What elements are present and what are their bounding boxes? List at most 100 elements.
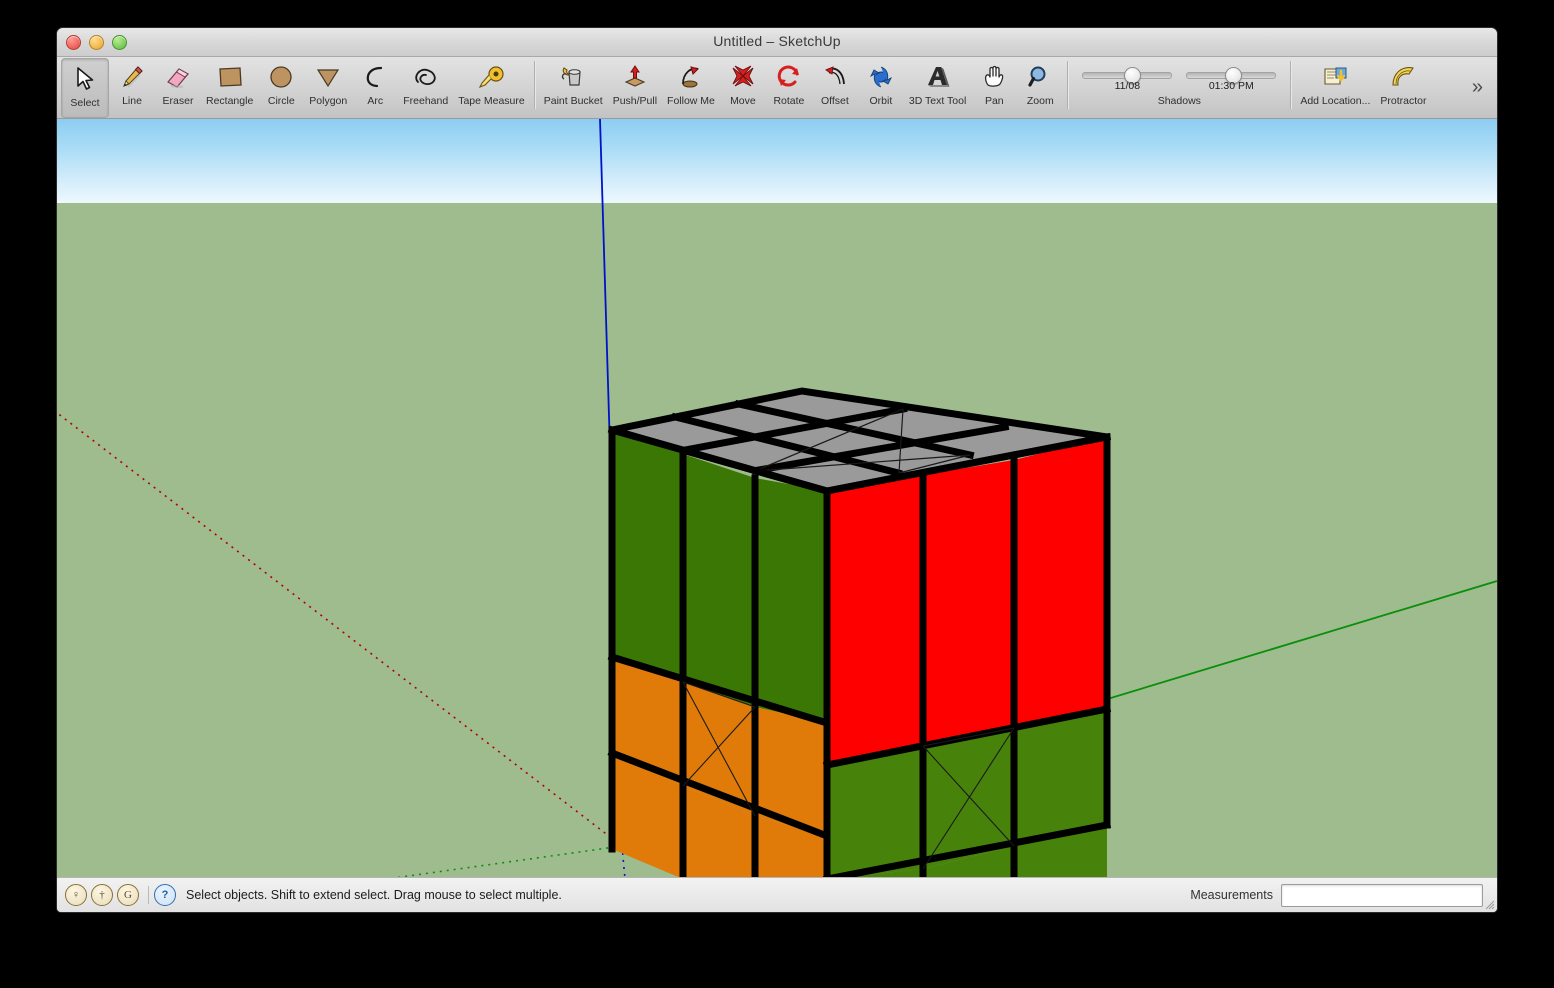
shadow-sliders: 11/08 01:30 PM xyxy=(1082,65,1277,92)
polygon-icon xyxy=(315,60,341,93)
tool-arc-label: Arc xyxy=(367,95,384,107)
tool-circle[interactable]: Circle xyxy=(258,57,304,118)
shadow-time-slider[interactable]: 01:30 PM xyxy=(1186,65,1277,92)
tool-rectangle-label: Rectangle xyxy=(206,95,254,107)
tool-push-pull-label: Push/Pull xyxy=(612,95,658,107)
tool-add-location-label: Add Location... xyxy=(1300,95,1371,107)
window-title: Untitled – SketchUp xyxy=(713,33,841,49)
rotate-icon xyxy=(775,60,803,93)
tool-select[interactable]: Select xyxy=(61,58,109,118)
shadows-group: 11/08 01:30 PM Shadows xyxy=(1072,57,1286,107)
main-toolbar: Select Line Eraser Rectangle Circle Poly… xyxy=(57,57,1497,119)
geo-location-icon[interactable]: ♀ xyxy=(65,884,87,906)
tool-tape-measure[interactable]: Tape Measure xyxy=(453,57,530,118)
orbit-icon xyxy=(867,60,895,93)
cursor-arrow-icon xyxy=(74,62,96,95)
tool-line-label: Line xyxy=(122,95,142,107)
tool-3d-text[interactable]: 3D Text Tool xyxy=(904,57,971,118)
tool-paint-bucket[interactable]: Paint Bucket xyxy=(539,57,608,118)
arc-icon xyxy=(362,60,388,93)
tool-freehand[interactable]: Freehand xyxy=(398,57,453,118)
tool-orbit-label: Orbit xyxy=(869,95,893,107)
tool-follow-me[interactable]: Follow Me xyxy=(662,57,720,118)
resize-grip-icon[interactable] xyxy=(1483,898,1495,910)
freehand-icon xyxy=(411,60,441,93)
right-tile-r1c2 xyxy=(923,460,1014,746)
red-axis-negative xyxy=(57,411,623,847)
hand-icon xyxy=(981,60,1007,93)
rubiks-cube[interactable] xyxy=(607,387,1112,879)
tool-push-pull[interactable]: Push/Pull xyxy=(608,57,662,118)
measurements-area: Measurements xyxy=(1190,883,1489,907)
toolbar-overflow-button[interactable]: » xyxy=(1458,76,1497,99)
left-tile-r1c3 xyxy=(755,478,827,723)
tool-paint-bucket-label: Paint Bucket xyxy=(543,95,603,107)
tool-protractor[interactable]: Protractor xyxy=(1375,57,1431,118)
toolbar-separator-3 xyxy=(1290,61,1292,109)
right-tile-r1c1 xyxy=(827,475,923,765)
shadow-time-value: 01:30 PM xyxy=(1208,80,1254,92)
eraser-icon xyxy=(163,60,193,93)
tape-measure-icon xyxy=(476,60,506,93)
offset-icon xyxy=(821,60,849,93)
toolbar-separator-1 xyxy=(533,61,535,109)
shadow-date-slider[interactable]: 11/08 xyxy=(1082,65,1173,92)
help-icon[interactable]: ? xyxy=(154,884,176,906)
add-location-icon xyxy=(1320,60,1350,93)
tool-freehand-label: Freehand xyxy=(403,95,449,107)
tool-rotate[interactable]: Rotate xyxy=(766,57,812,118)
tool-add-location[interactable]: Add Location... xyxy=(1295,57,1375,118)
shadows-label: Shadows xyxy=(1157,95,1201,107)
tool-circle-label: Circle xyxy=(267,95,295,107)
tool-polygon-label: Polygon xyxy=(309,95,348,107)
tool-rectangle[interactable]: Rectangle xyxy=(201,57,258,118)
right-face[interactable] xyxy=(822,432,1112,879)
paint-bucket-icon xyxy=(558,60,588,93)
tool-zoom-label: Zoom xyxy=(1026,95,1054,107)
follow-me-icon xyxy=(677,60,705,93)
tool-pan[interactable]: Pan xyxy=(971,57,1017,118)
title-bar[interactable]: Untitled – SketchUp xyxy=(57,28,1497,57)
tool-protractor-label: Protractor xyxy=(1380,95,1427,107)
tool-eraser-label: Eraser xyxy=(162,95,194,107)
3d-scene[interactable] xyxy=(57,119,1497,879)
modeling-viewport[interactable] xyxy=(57,119,1497,879)
tool-move[interactable]: Move xyxy=(720,57,766,118)
tool-follow-me-label: Follow Me xyxy=(667,95,715,107)
left-tile-r2c3 xyxy=(755,707,827,836)
3d-text-icon xyxy=(924,60,952,93)
tool-arc[interactable]: Arc xyxy=(352,57,398,118)
right-tile-r2c1 xyxy=(827,746,923,879)
magnifier-icon xyxy=(1026,60,1054,93)
toolbar-separator-2 xyxy=(1067,61,1069,109)
tool-eraser[interactable]: Eraser xyxy=(155,57,201,118)
person-icon[interactable]: † xyxy=(91,884,113,906)
tool-polygon[interactable]: Polygon xyxy=(304,57,352,118)
tool-select-label: Select xyxy=(70,97,100,109)
status-separator xyxy=(148,886,149,904)
status-message: Select objects. Shift to extend select. … xyxy=(186,888,562,902)
left-tile-r1c2 xyxy=(683,454,755,707)
tool-orbit[interactable]: Orbit xyxy=(858,57,904,118)
left-face[interactable] xyxy=(607,425,832,879)
desktop-background: Untitled – SketchUp Select Line Eraser R… xyxy=(0,0,1554,988)
tool-line[interactable]: Line xyxy=(109,57,155,118)
pencil-icon xyxy=(118,60,146,93)
google-icon[interactable]: G xyxy=(117,884,139,906)
tool-zoom[interactable]: Zoom xyxy=(1017,57,1063,118)
tool-offset-label: Offset xyxy=(820,95,849,107)
move-icon xyxy=(729,60,757,93)
tool-tape-measure-label: Tape Measure xyxy=(458,95,525,107)
shadow-date-value: 11/08 xyxy=(1114,80,1141,92)
measurements-label: Measurements xyxy=(1190,888,1273,902)
tool-move-label: Move xyxy=(730,95,756,107)
sketchup-window: Untitled – SketchUp Select Line Eraser R… xyxy=(57,28,1497,912)
tool-3d-text-label: 3D Text Tool xyxy=(908,95,967,107)
right-tile-r1c3 xyxy=(1014,437,1107,728)
protractor-icon xyxy=(1389,60,1417,93)
tool-rotate-label: Rotate xyxy=(773,95,805,107)
green-axis-negative xyxy=(386,845,623,879)
tool-offset[interactable]: Offset xyxy=(812,57,858,118)
status-bar: ♀ † G ? Select objects. Shift to extend … xyxy=(57,877,1497,912)
measurements-input[interactable] xyxy=(1281,883,1483,907)
